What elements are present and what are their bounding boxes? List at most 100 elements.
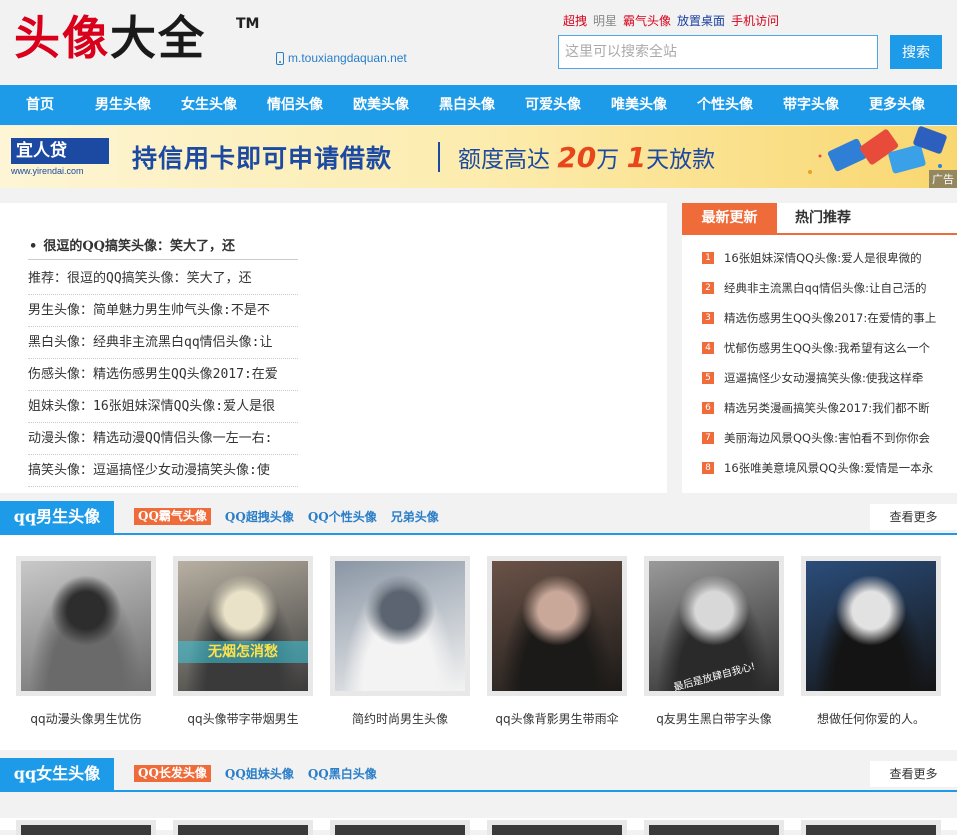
rank-badge: 3 — [702, 312, 714, 324]
section-tag[interactable]: QQ长发头像 — [134, 765, 211, 782]
featured-list-panel: 很逗的QQ搞笑头像：笑大了，还 推荐：很逗的QQ搞笑头像：笑大了，还男生头像：简… — [0, 203, 667, 493]
avatar-thumbnail[interactable] — [16, 820, 156, 835]
site-logo[interactable]: 头像大全 TM — [14, 10, 259, 66]
top-link[interactable]: 超拽 — [563, 12, 587, 29]
avatar-caption[interactable]: qq动漫头像男生忧伤 — [6, 710, 166, 727]
avatar-thumbnail[interactable] — [801, 556, 941, 696]
nav-item[interactable]: 个性头像 — [682, 85, 768, 125]
section-tag[interactable]: QQ黑白头像 — [308, 765, 377, 782]
header: 头像大全 TM m.touxiangdaquan.net 超拽 明星 霸气头像 放置桌… — [0, 0, 957, 85]
avatar-thumbnail[interactable]: 最后是放肆自我心! — [644, 556, 784, 696]
list-item[interactable]: 伤感头像：精选伤感男生QQ头像2017:在爱 — [28, 359, 298, 391]
list-item-text: 精选伤感男生QQ头像2017:在爱情的事上 — [724, 311, 937, 325]
list-item[interactable]: 姐妹头像：16张姐妹深情QQ头像:爱人是很 — [28, 391, 298, 423]
nav-item[interactable]: 唯美头像 — [596, 85, 682, 125]
featured-title[interactable]: 很逗的QQ搞笑头像：笑大了，还 — [29, 235, 299, 254]
search-button[interactable]: 搜索 — [890, 35, 942, 69]
view-more-link[interactable]: 查看更多 — [870, 504, 957, 530]
tab-popular[interactable]: 热门推荐 — [778, 203, 868, 233]
list-item[interactable]: 男生头像：简单魅力男生帅气头像:不是不 — [28, 295, 298, 327]
section-tag[interactable]: QQ霸气头像 — [134, 508, 211, 525]
nav-item[interactable]: 黑白头像 — [424, 85, 510, 125]
nav-item[interactable]: 欧美头像 — [338, 85, 424, 125]
avatar-thumbnail[interactable] — [330, 820, 470, 835]
list-item[interactable]: 6 精选另类漫画搞笑头像2017:我们都不断 — [702, 393, 947, 423]
featured-list: 推荐：很逗的QQ搞笑头像：笑大了，还 男生头像：简单魅力男生帅气头像:不是不 黑白头… — [28, 263, 298, 487]
list-item-text: 美丽海边风景QQ头像:害怕看不到你你会 — [724, 431, 930, 445]
rank-badge: 5 — [702, 372, 714, 384]
nav-item[interactable]: 首页 — [0, 85, 80, 125]
section-tag[interactable]: 兄弟头像 — [391, 508, 439, 525]
list-item[interactable]: 8 16张唯美意境风景QQ头像:爱情是一本永 — [702, 453, 947, 483]
list-item[interactable]: 3 精选伤感男生QQ头像2017:在爱情的事上 — [702, 303, 947, 333]
list-item-text: 16张唯美意境风景QQ头像:爱情是一本永 — [724, 461, 934, 475]
avatar-image — [806, 561, 936, 691]
list-item[interactable]: 搞笑头像：逗逼搞怪少女动漫搞笑头像:使 — [28, 455, 298, 487]
list-item[interactable]: 动漫头像：精选动漫QQ情侣头像一左一右: — [28, 423, 298, 455]
section-tag[interactable]: QQ姐妹头像 — [225, 765, 294, 782]
avatar-caption[interactable]: 简约时尚男生头像 — [320, 710, 480, 727]
search-input[interactable] — [559, 36, 877, 68]
avatar-caption[interactable]: qq头像带字带烟男生 — [163, 710, 323, 727]
ad-banner[interactable]: 宜人贷 www.yirendai.com 持信用卡即可申请借款 额度高达 20万… — [0, 126, 957, 188]
nav-item[interactable]: 更多头像 — [854, 85, 940, 125]
latest-updates-panel: 最新更新 热门推荐 1 16张姐妹深情QQ头像:爱人是很卑微的 2 经典非主流黑白qq… — [682, 203, 957, 493]
avatar-thumbnail[interactable] — [487, 820, 627, 835]
nav-item[interactable]: 女生头像 — [166, 85, 252, 125]
avatar-thumbnail[interactable]: 无烟怎消愁 — [173, 556, 313, 696]
list-item-text: 精选另类漫画搞笑头像2017:我们都不断 — [724, 401, 930, 415]
tab-latest[interactable]: 最新更新 — [682, 203, 777, 233]
list-item-text: 逗逼搞怪少女动漫搞笑头像:使我这样牵 — [724, 371, 924, 385]
rank-badge: 7 — [702, 432, 714, 444]
updates-list: 1 16张姐妹深情QQ头像:爱人是很卑微的 2 经典非主流黑白qq情侣头像:让自己活的… — [702, 243, 947, 483]
top-link[interactable]: 放置桌面 — [677, 12, 725, 29]
avatar-caption[interactable]: q友男生黑白带字头像 — [634, 710, 794, 727]
section-tag[interactable]: QQ超拽头像 — [225, 508, 294, 525]
nav-item[interactable]: 可爱头像 — [510, 85, 596, 125]
featured-divider — [28, 259, 298, 260]
section-header-female: qq女生头像 QQ长发头像 QQ姐妹头像 QQ黑白头像 查看更多 — [0, 758, 957, 792]
logo-char: 全 — [158, 11, 206, 65]
list-item[interactable]: 4 忧郁伤感男生QQ头像:我希望有这么一个 — [702, 333, 947, 363]
rank-badge: 8 — [702, 462, 714, 474]
avatar-overlay-text: 最后是放肆自我心! — [672, 661, 757, 694]
avatar-thumbnail[interactable] — [487, 556, 627, 696]
ad-label: 广告 — [929, 170, 957, 188]
avatar-thumbnail[interactable] — [16, 556, 156, 696]
nav-item[interactable]: 情侣头像 — [252, 85, 338, 125]
section-tags: QQ长发头像 QQ姐妹头像 QQ黑白头像 — [134, 765, 377, 782]
section-title[interactable]: qq女生头像 — [0, 758, 114, 790]
list-item[interactable]: 5 逗逼搞怪少女动漫搞笑头像:使我这样牵 — [702, 363, 947, 393]
nav-item[interactable]: 带字头像 — [768, 85, 854, 125]
list-item[interactable]: 7 美丽海边风景QQ头像:害怕看不到你你会 — [702, 423, 947, 453]
top-link[interactable]: 明星 — [593, 12, 617, 29]
mobile-site-link[interactable]: m.touxiangdaquan.net — [276, 51, 407, 65]
rank-badge: 1 — [702, 252, 714, 264]
top-link[interactable]: 霸气头像 — [623, 12, 671, 29]
avatar-image: 无烟怎消愁 — [178, 561, 308, 691]
list-item[interactable]: 推荐：很逗的QQ搞笑头像：笑大了，还 — [28, 263, 298, 295]
list-item[interactable]: 2 经典非主流黑白qq情侣头像:让自己活的 — [702, 273, 947, 303]
section-tag[interactable]: QQ个性头像 — [308, 508, 377, 525]
avatar-thumbnail[interactable] — [330, 556, 470, 696]
avatar-caption[interactable]: 想做任何你爱的人。 — [791, 710, 951, 727]
banner-brand-url: www.yirendai.com — [11, 166, 84, 176]
avatar-caption[interactable]: qq头像背影男生带雨伞 — [477, 710, 637, 727]
rank-badge: 4 — [702, 342, 714, 354]
view-more-link[interactable]: 查看更多 — [870, 761, 957, 787]
avatar-thumbnail[interactable] — [801, 820, 941, 835]
top-link[interactable]: 手机访问 — [731, 12, 779, 29]
trademark-mark: TM — [236, 16, 260, 32]
nav-item[interactable]: 男生头像 — [80, 85, 166, 125]
list-item[interactable]: 1 16张姐妹深情QQ头像:爱人是很卑微的 — [702, 243, 947, 273]
list-item-text: 经典非主流黑白qq情侣头像:让自己活的 — [724, 281, 927, 295]
list-item[interactable]: 黑白头像：经典非主流黑白qq情侣头像:让 — [28, 327, 298, 359]
avatar-thumbnail[interactable] — [644, 820, 784, 835]
avatar-thumbnail[interactable] — [173, 820, 313, 835]
banner-brand-name: 宜人贷 — [11, 138, 109, 164]
mobile-site-url: m.touxiangdaquan.net — [288, 51, 407, 65]
banner-sub-b: 万 — [596, 147, 620, 173]
banner-divider — [438, 142, 440, 172]
section-title[interactable]: qq男生头像 — [0, 501, 114, 533]
top-links: 超拽 明星 霸气头像 放置桌面 手机访问 — [563, 12, 779, 29]
